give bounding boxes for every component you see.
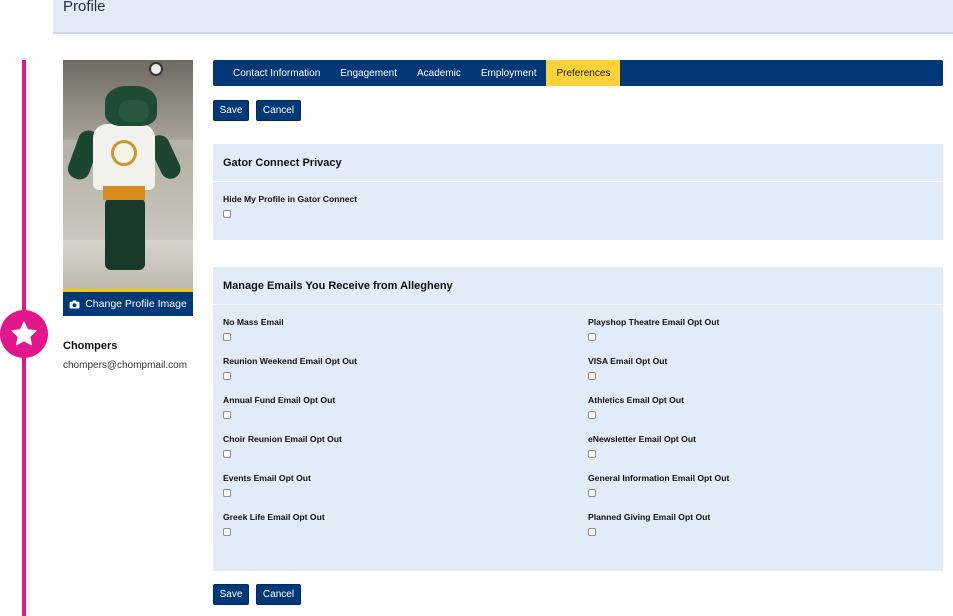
visa-checkbox[interactable] [588, 372, 596, 380]
tab-employment[interactable]: Employment [471, 60, 547, 86]
events-checkbox[interactable] [223, 489, 231, 497]
reunion-weekend-label: Reunion Weekend Email Opt Out [223, 356, 358, 366]
email-option: Choir Reunion Email Opt Out [223, 434, 342, 458]
star-icon [11, 321, 37, 346]
email-option: Events Email Opt Out [223, 473, 311, 497]
profile-tabs: Contact Information Engagement Academic … [213, 60, 943, 86]
tab-engagement[interactable]: Engagement [330, 60, 407, 86]
athletics-checkbox[interactable] [588, 411, 596, 419]
greek-life-checkbox[interactable] [223, 528, 231, 536]
annual-fund-label: Annual Fund Email Opt Out [223, 395, 336, 405]
email-option: VISA Email Opt Out [588, 356, 667, 380]
email-option: eNewsletter Email Opt Out [588, 434, 696, 458]
enewsletter-checkbox[interactable] [588, 450, 596, 458]
email-option: Athletics Email Opt Out [588, 395, 684, 419]
planned-giving-label: Planned Giving Email Opt Out [588, 512, 711, 522]
change-profile-image-button[interactable]: Change Profile Image [63, 292, 193, 316]
page-header: Profile [53, 0, 953, 34]
athletics-label: Athletics Email Opt Out [588, 395, 684, 405]
email-option: Greek Life Email Opt Out [223, 512, 325, 536]
reunion-weekend-checkbox[interactable] [223, 372, 231, 380]
no-mass-email-label: No Mass Email [223, 317, 284, 327]
privacy-panel-title: Gator Connect Privacy [213, 144, 943, 182]
email-option: Planned Giving Email Opt Out [588, 512, 710, 536]
tab-contact-information[interactable]: Contact Information [223, 60, 330, 86]
tab-academic[interactable]: Academic [407, 60, 471, 86]
hide-profile-label: Hide My Profile in Gator Connect [223, 194, 358, 204]
change-profile-image-label: Change Profile Image [85, 298, 187, 310]
events-label: Events Email Opt Out [223, 473, 311, 483]
cancel-button-top[interactable]: Cancel [256, 100, 301, 121]
email-option: Annual Fund Email Opt Out [223, 395, 335, 419]
save-button-top[interactable]: Save [213, 100, 249, 121]
greek-life-label: Greek Life Email Opt Out [223, 512, 325, 522]
general-information-checkbox[interactable] [588, 489, 596, 497]
choir-reunion-label: Choir Reunion Email Opt Out [223, 434, 342, 444]
no-mass-email-checkbox[interactable] [223, 333, 231, 341]
privacy-panel: Gator Connect Privacy Hide My Profile in… [213, 144, 943, 240]
email-option: Playshop Theatre Email Opt Out [588, 317, 719, 341]
planned-giving-checkbox[interactable] [588, 528, 596, 536]
email-option: General Information Email Opt Out [588, 473, 729, 497]
timeline-badge [0, 310, 48, 358]
emails-panel: Manage Emails You Receive from Allegheny… [213, 267, 943, 571]
privacy-field: Hide My Profile in Gator Connect [223, 194, 357, 218]
page-title: Profile [63, 0, 106, 15]
hide-profile-checkbox[interactable] [223, 210, 231, 218]
choir-reunion-checkbox[interactable] [223, 450, 231, 458]
visa-label: VISA Email Opt Out [588, 356, 668, 366]
user-email: chompers@chompmail.com [63, 360, 188, 371]
general-information-label: General Information Email Opt Out [588, 473, 730, 483]
annual-fund-checkbox[interactable] [223, 411, 231, 419]
enewsletter-label: eNewsletter Email Opt Out [588, 434, 696, 444]
save-button-bottom[interactable]: Save [213, 584, 249, 605]
playshop-theatre-label: Playshop Theatre Email Opt Out [588, 317, 720, 327]
playshop-theatre-checkbox[interactable] [588, 333, 596, 341]
emails-panel-title: Manage Emails You Receive from Allegheny [213, 267, 943, 305]
tab-preferences[interactable]: Preferences [546, 60, 621, 86]
user-name: Chompers [63, 340, 118, 352]
email-option: Reunion Weekend Email Opt Out [223, 356, 357, 380]
camera-icon [69, 299, 80, 309]
email-option: No Mass Email [223, 317, 284, 341]
profile-photo [63, 60, 193, 292]
cancel-button-bottom[interactable]: Cancel [256, 584, 301, 605]
